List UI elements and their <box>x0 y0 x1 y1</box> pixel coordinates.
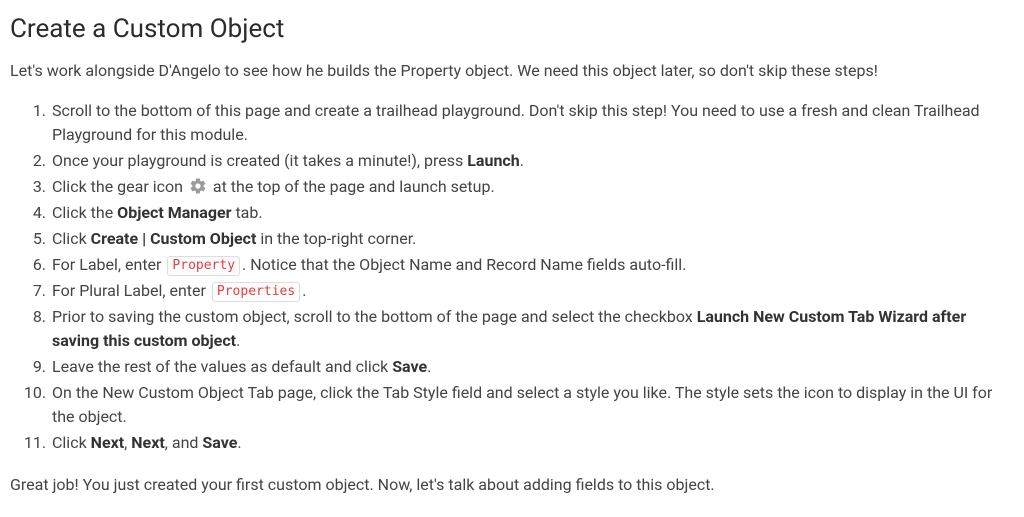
bold-object-manager: Object Manager <box>117 203 231 222</box>
intro-paragraph: Let's work alongside D'Angelo to see how… <box>10 59 1014 83</box>
step-text: . <box>520 151 524 170</box>
step-3: Click the gear icon at the top of the pa… <box>50 175 1014 199</box>
step-text: Leave the rest of the values as default … <box>52 357 392 376</box>
step-text: For Label, enter <box>52 255 165 274</box>
step-text: . <box>427 357 431 376</box>
bold-next-2: Next <box>131 433 164 452</box>
step-6: For Label, enter Property. Notice that t… <box>50 253 1014 277</box>
step-text: For Plural Label, enter <box>52 281 210 300</box>
step-text: in the top-right corner. <box>256 229 416 248</box>
step-text: Click <box>52 229 91 248</box>
code-property: Property <box>167 256 240 276</box>
step-8: Prior to saving the custom object, scrol… <box>50 305 1014 353</box>
step-text: On the New Custom Object Tab page, click… <box>52 383 992 426</box>
step-7: For Plural Label, enter Properties. <box>50 279 1014 303</box>
bold-next-1: Next <box>91 433 124 452</box>
section-heading: Create a Custom Object <box>10 10 1014 49</box>
step-text: Scroll to the bottom of this page and cr… <box>52 101 980 144</box>
bold-launch: Launch <box>467 151 519 170</box>
bold-save: Save <box>392 357 427 376</box>
step-text: Prior to saving the custom object, scrol… <box>52 307 697 326</box>
step-11: Click Next, Next, and Save. <box>50 431 1014 455</box>
step-text: Click the <box>52 203 117 222</box>
gear-icon <box>189 177 207 195</box>
step-5: Click Create | Custom Object in the top-… <box>50 227 1014 251</box>
step-text: Once your playground is created (it take… <box>52 151 467 170</box>
step-9: Leave the rest of the values as default … <box>50 355 1014 379</box>
step-text: Click <box>52 433 91 452</box>
step-text: . <box>237 433 241 452</box>
bold-create-custom-object: Create | Custom Object <box>91 229 257 248</box>
step-text: . Notice that the Object Name and Record… <box>242 255 686 274</box>
step-4: Click the Object Manager tab. <box>50 201 1014 225</box>
step-text: Click the gear icon <box>52 177 187 196</box>
bold-save-2: Save <box>202 433 237 452</box>
step-2: Once your playground is created (it take… <box>50 149 1014 173</box>
step-text: tab. <box>231 203 262 222</box>
step-text: at the top of the page and launch setup. <box>209 177 495 196</box>
steps-list: Scroll to the bottom of this page and cr… <box>10 99 1014 455</box>
step-text: . <box>236 331 240 350</box>
step-10: On the New Custom Object Tab page, click… <box>50 381 1014 429</box>
code-properties: Properties <box>212 282 300 302</box>
step-1: Scroll to the bottom of this page and cr… <box>50 99 1014 147</box>
step-text: . <box>302 281 306 300</box>
step-text: , and <box>165 433 203 452</box>
outro-paragraph: Great job! You just created your first c… <box>10 473 1014 497</box>
